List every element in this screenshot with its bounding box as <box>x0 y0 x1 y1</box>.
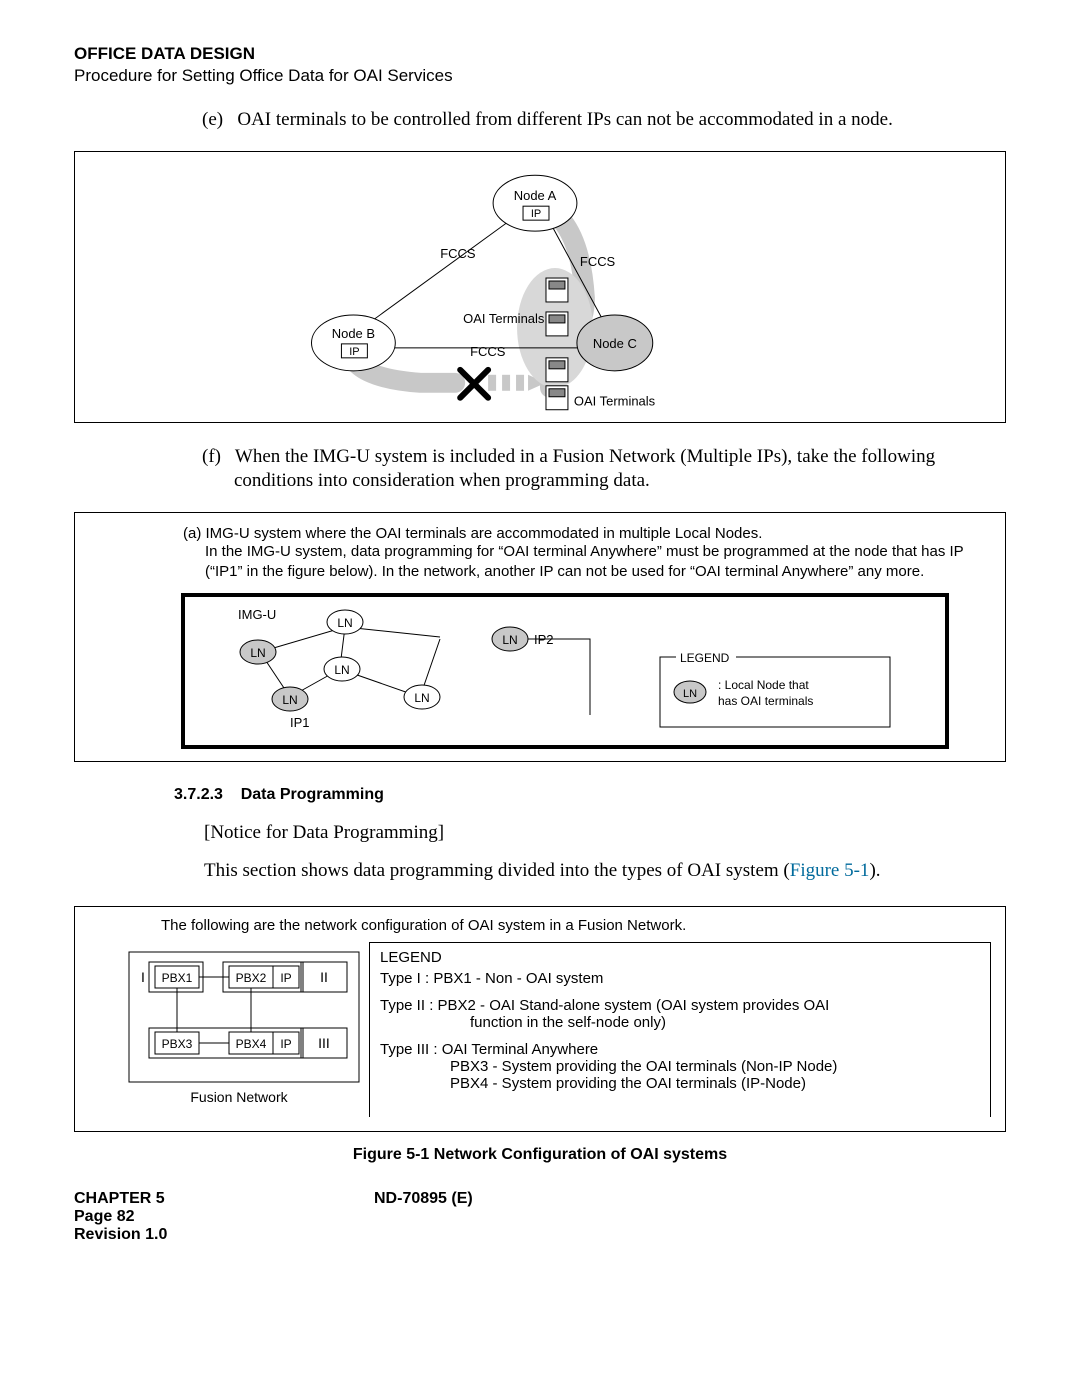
svg-text:III: III <box>318 1035 330 1051</box>
legend-type2b: function in the self-node only) <box>470 1014 980 1031</box>
footer-chapter: CHAPTER 5 <box>74 1190 374 1208</box>
svg-text:LN: LN <box>334 663 349 677</box>
item-f-marker: (f) <box>202 446 221 467</box>
item-e-marker: (e) <box>202 109 223 130</box>
svg-text:OAI Terminals: OAI Terminals <box>574 393 656 408</box>
legend-box: LEGEND Type I : PBX1 - Non - OAI system … <box>369 942 991 1117</box>
legend-type3b: PBX3 - System providing the OAI terminal… <box>450 1058 980 1075</box>
footer-page: Page 82 <box>74 1208 1006 1226</box>
svg-text:IP1: IP1 <box>290 715 310 730</box>
svg-text:IP: IP <box>280 1037 291 1051</box>
legend-type3c: PBX4 - System providing the OAI terminal… <box>450 1075 980 1092</box>
legend-title: LEGEND <box>380 949 980 966</box>
fusion-network-diagram: I PBX1 PBX2 IP II PBX3 PBX4 IP III <box>89 942 369 1112</box>
svg-text:Fusion Network: Fusion Network <box>190 1089 288 1105</box>
svg-text:Node B: Node B <box>332 326 375 341</box>
section-heading: 3.7.2.3 Data Programming <box>174 786 1006 804</box>
figure-caption: Figure 5-1 Network Configuration of OAI … <box>74 1146 1006 1164</box>
fccs-label-right: FCCS <box>580 254 616 269</box>
page-header: OFFICE DATA DESIGN Procedure for Setting… <box>74 44 1006 86</box>
svg-text:LEGEND: LEGEND <box>680 651 730 665</box>
img-u-note-box: (a) IMG-U system where the OAI terminals… <box>74 512 1006 762</box>
img-u-diagram-box: IMG-U LN LN LN LN LN LN IP1 IP2 LEGEND L… <box>181 593 949 749</box>
network-config-box: The following are the network configurat… <box>74 906 1006 1132</box>
section-intro: This section shows data programming divi… <box>204 860 1006 882</box>
legend-type1: Type I : PBX1 - Non - OAI system <box>380 970 980 987</box>
svg-text:: Local Node that: : Local Node that <box>718 678 809 692</box>
svg-text:LN: LN <box>282 693 297 707</box>
node-network-diagram: Node A IP Node B IP Node C FCCS FCCS FCC… <box>81 158 999 416</box>
notice-line: [Notice for Data Programming] <box>204 822 1006 844</box>
svg-text:OAI Terminals: OAI Terminals <box>463 311 545 326</box>
diagram-node-box: Node A IP Node B IP Node C FCCS FCCS FCC… <box>74 151 1006 423</box>
fccs-label-bottom: FCCS <box>470 344 506 359</box>
svg-text:PBX1: PBX1 <box>162 971 193 985</box>
page-footer: CHAPTER 5 ND-70895 (E) Page 82 Revision … <box>74 1190 1006 1244</box>
svg-text:LN: LN <box>502 633 517 647</box>
svg-text:IP: IP <box>349 346 359 358</box>
svg-text:I: I <box>141 969 145 985</box>
item-f-text: When the IMG-U system is included in a F… <box>234 446 935 492</box>
header-title: OFFICE DATA DESIGN <box>74 44 1006 64</box>
footer-revision: Revision 1.0 <box>74 1226 1006 1244</box>
note-a-line1: (a) IMG-U system where the OAI terminals… <box>183 525 989 542</box>
svg-text:IMG-U: IMG-U <box>238 607 276 622</box>
item-e: (e) OAI terminals to be controlled from … <box>202 108 1006 133</box>
svg-text:IP: IP <box>280 971 291 985</box>
svg-text:IP2: IP2 <box>534 632 554 647</box>
legend-type2a: Type II : PBX2 - OAI Stand-alone system … <box>380 997 980 1014</box>
legend-type3a: Type III : OAI Terminal Anywhere <box>380 1041 980 1058</box>
svg-text:LN: LN <box>414 691 429 705</box>
svg-text:PBX3: PBX3 <box>162 1037 193 1051</box>
svg-text:LN: LN <box>337 616 352 630</box>
svg-text:LN: LN <box>683 688 697 700</box>
fccs-label-left: FCCS <box>440 246 476 261</box>
svg-text:has OAI terminals: has OAI terminals <box>718 694 813 708</box>
item-f: (f) When the IMG-U system is included in… <box>202 445 1006 494</box>
footer-docid: ND-70895 (E) <box>374 1190 473 1208</box>
figure-link[interactable]: Figure 5-1 <box>790 860 870 881</box>
svg-text:Node C: Node C <box>593 336 637 351</box>
node-a-label: Node A <box>514 188 557 203</box>
box3-intro: The following are the network configurat… <box>161 917 991 934</box>
svg-text:PBX4: PBX4 <box>236 1037 267 1051</box>
svg-text:II: II <box>320 969 328 985</box>
svg-text:PBX2: PBX2 <box>236 971 267 985</box>
header-subtitle: Procedure for Setting Office Data for OA… <box>74 66 1006 86</box>
svg-text:LN: LN <box>250 646 265 660</box>
svg-text:IP: IP <box>531 208 541 220</box>
note-a-line2: In the IMG-U system, data programming fo… <box>205 542 989 583</box>
img-u-diagram: IMG-U LN LN LN LN LN LN IP1 IP2 LEGEND L… <box>185 597 945 745</box>
item-e-text: OAI terminals to be controlled from diff… <box>237 109 892 130</box>
